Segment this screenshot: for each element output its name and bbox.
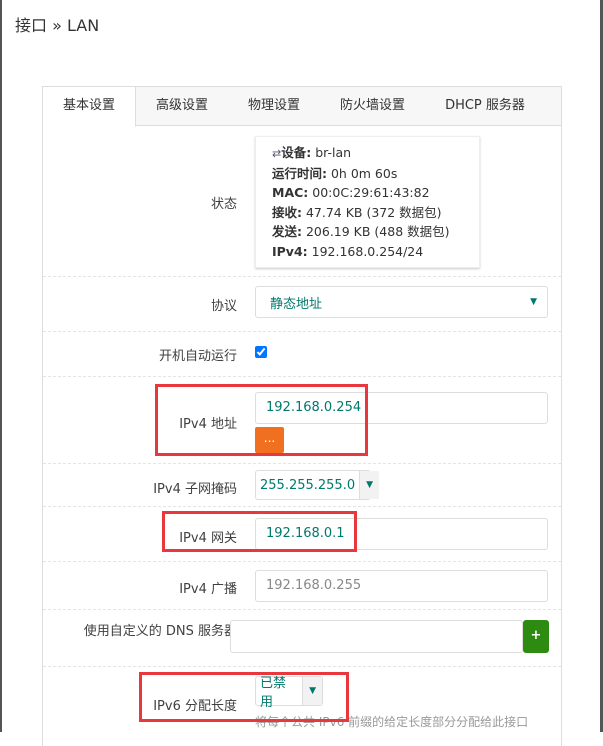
dns-input[interactable] — [230, 620, 523, 653]
ipv4-key: IPv4: — [272, 243, 308, 259]
protocol-label: 协议 — [210, 299, 237, 314]
protocol-value: 静态地址 — [270, 296, 323, 312]
tab-advanced[interactable]: 高级设置 — [136, 87, 228, 125]
autostart-label: 开机自动运行 — [158, 349, 237, 364]
tx-value: 206.19 KB (488 数据包) — [302, 224, 450, 239]
mac-value: 00:0C:29:61:43:82 — [308, 185, 430, 200]
tab-bar: 基本设置 高级设置 物理设置 防火墙设置 DHCP 服务器 — [43, 87, 561, 127]
device-value: br-lan — [311, 145, 352, 160]
tab-basic[interactable]: 基本设置 — [43, 87, 137, 127]
dns-label: 使用自定义的 DNS 服务器 — [83, 624, 237, 639]
rx-key: 接收: — [272, 204, 302, 220]
ipv4-value: 192.168.0.254/24 — [307, 243, 424, 259]
network-icon: ⇄ — [272, 147, 282, 160]
chevron-down-icon: ▼ — [359, 471, 380, 499]
highlight-box — [155, 384, 368, 456]
netmask-row: IPv4 子网掩码 255.255.255.0 ▼ — [43, 463, 561, 506]
status-label: 状态 — [210, 197, 237, 212]
tx-key: 发送: — [272, 224, 302, 239]
protocol-row: 协议 静态地址 ▼ — [43, 276, 561, 331]
netmask-select[interactable]: 255.255.255.0 ▼ — [255, 470, 380, 500]
highlight-box — [162, 511, 357, 552]
status-row: 状态 ⇄设备: br-lan 运行时间: 0h 0m 60s MAC: 00:0… — [43, 126, 561, 276]
broadcast-input[interactable]: 192.168.0.255 — [255, 570, 548, 602]
uptime-value: 0h 0m 60s — [327, 165, 398, 181]
autostart-checkbox[interactable] — [255, 346, 267, 358]
chevron-down-icon: ▼ — [530, 297, 537, 307]
protocol-select[interactable]: 静态地址 ▼ — [255, 286, 548, 318]
highlight-box — [139, 672, 349, 722]
broadcast-row: IPv4 广播 192.168.0.255 — [43, 561, 561, 609]
status-box: ⇄设备: br-lan 运行时间: 0h 0m 60s MAC: 00:0C:2… — [255, 136, 480, 268]
rx-value: 47.74 KB (372 数据包) — [302, 204, 442, 220]
netmask-value: 255.255.255.0 — [260, 477, 356, 493]
window-edge — [0, 0, 2, 732]
broadcast-label: IPv4 广播 — [179, 582, 237, 597]
mac-key: MAC: — [272, 185, 309, 200]
device-key: 设备: — [281, 145, 312, 160]
uptime-key: 运行时间: — [272, 165, 327, 181]
tab-firewall[interactable]: 防火墙设置 — [320, 87, 425, 125]
tab-dhcp[interactable]: DHCP 服务器 — [425, 87, 545, 125]
netmask-label: IPv4 子网掩码 — [153, 482, 237, 497]
add-dns-button[interactable]: + — [523, 620, 549, 653]
dns-row: 使用自定义的 DNS 服务器 + — [43, 609, 561, 666]
tab-physical[interactable]: 物理设置 — [228, 87, 320, 125]
page-title: 接口 » LAN — [15, 16, 100, 35]
autostart-row: 开机自动运行 — [43, 331, 561, 376]
